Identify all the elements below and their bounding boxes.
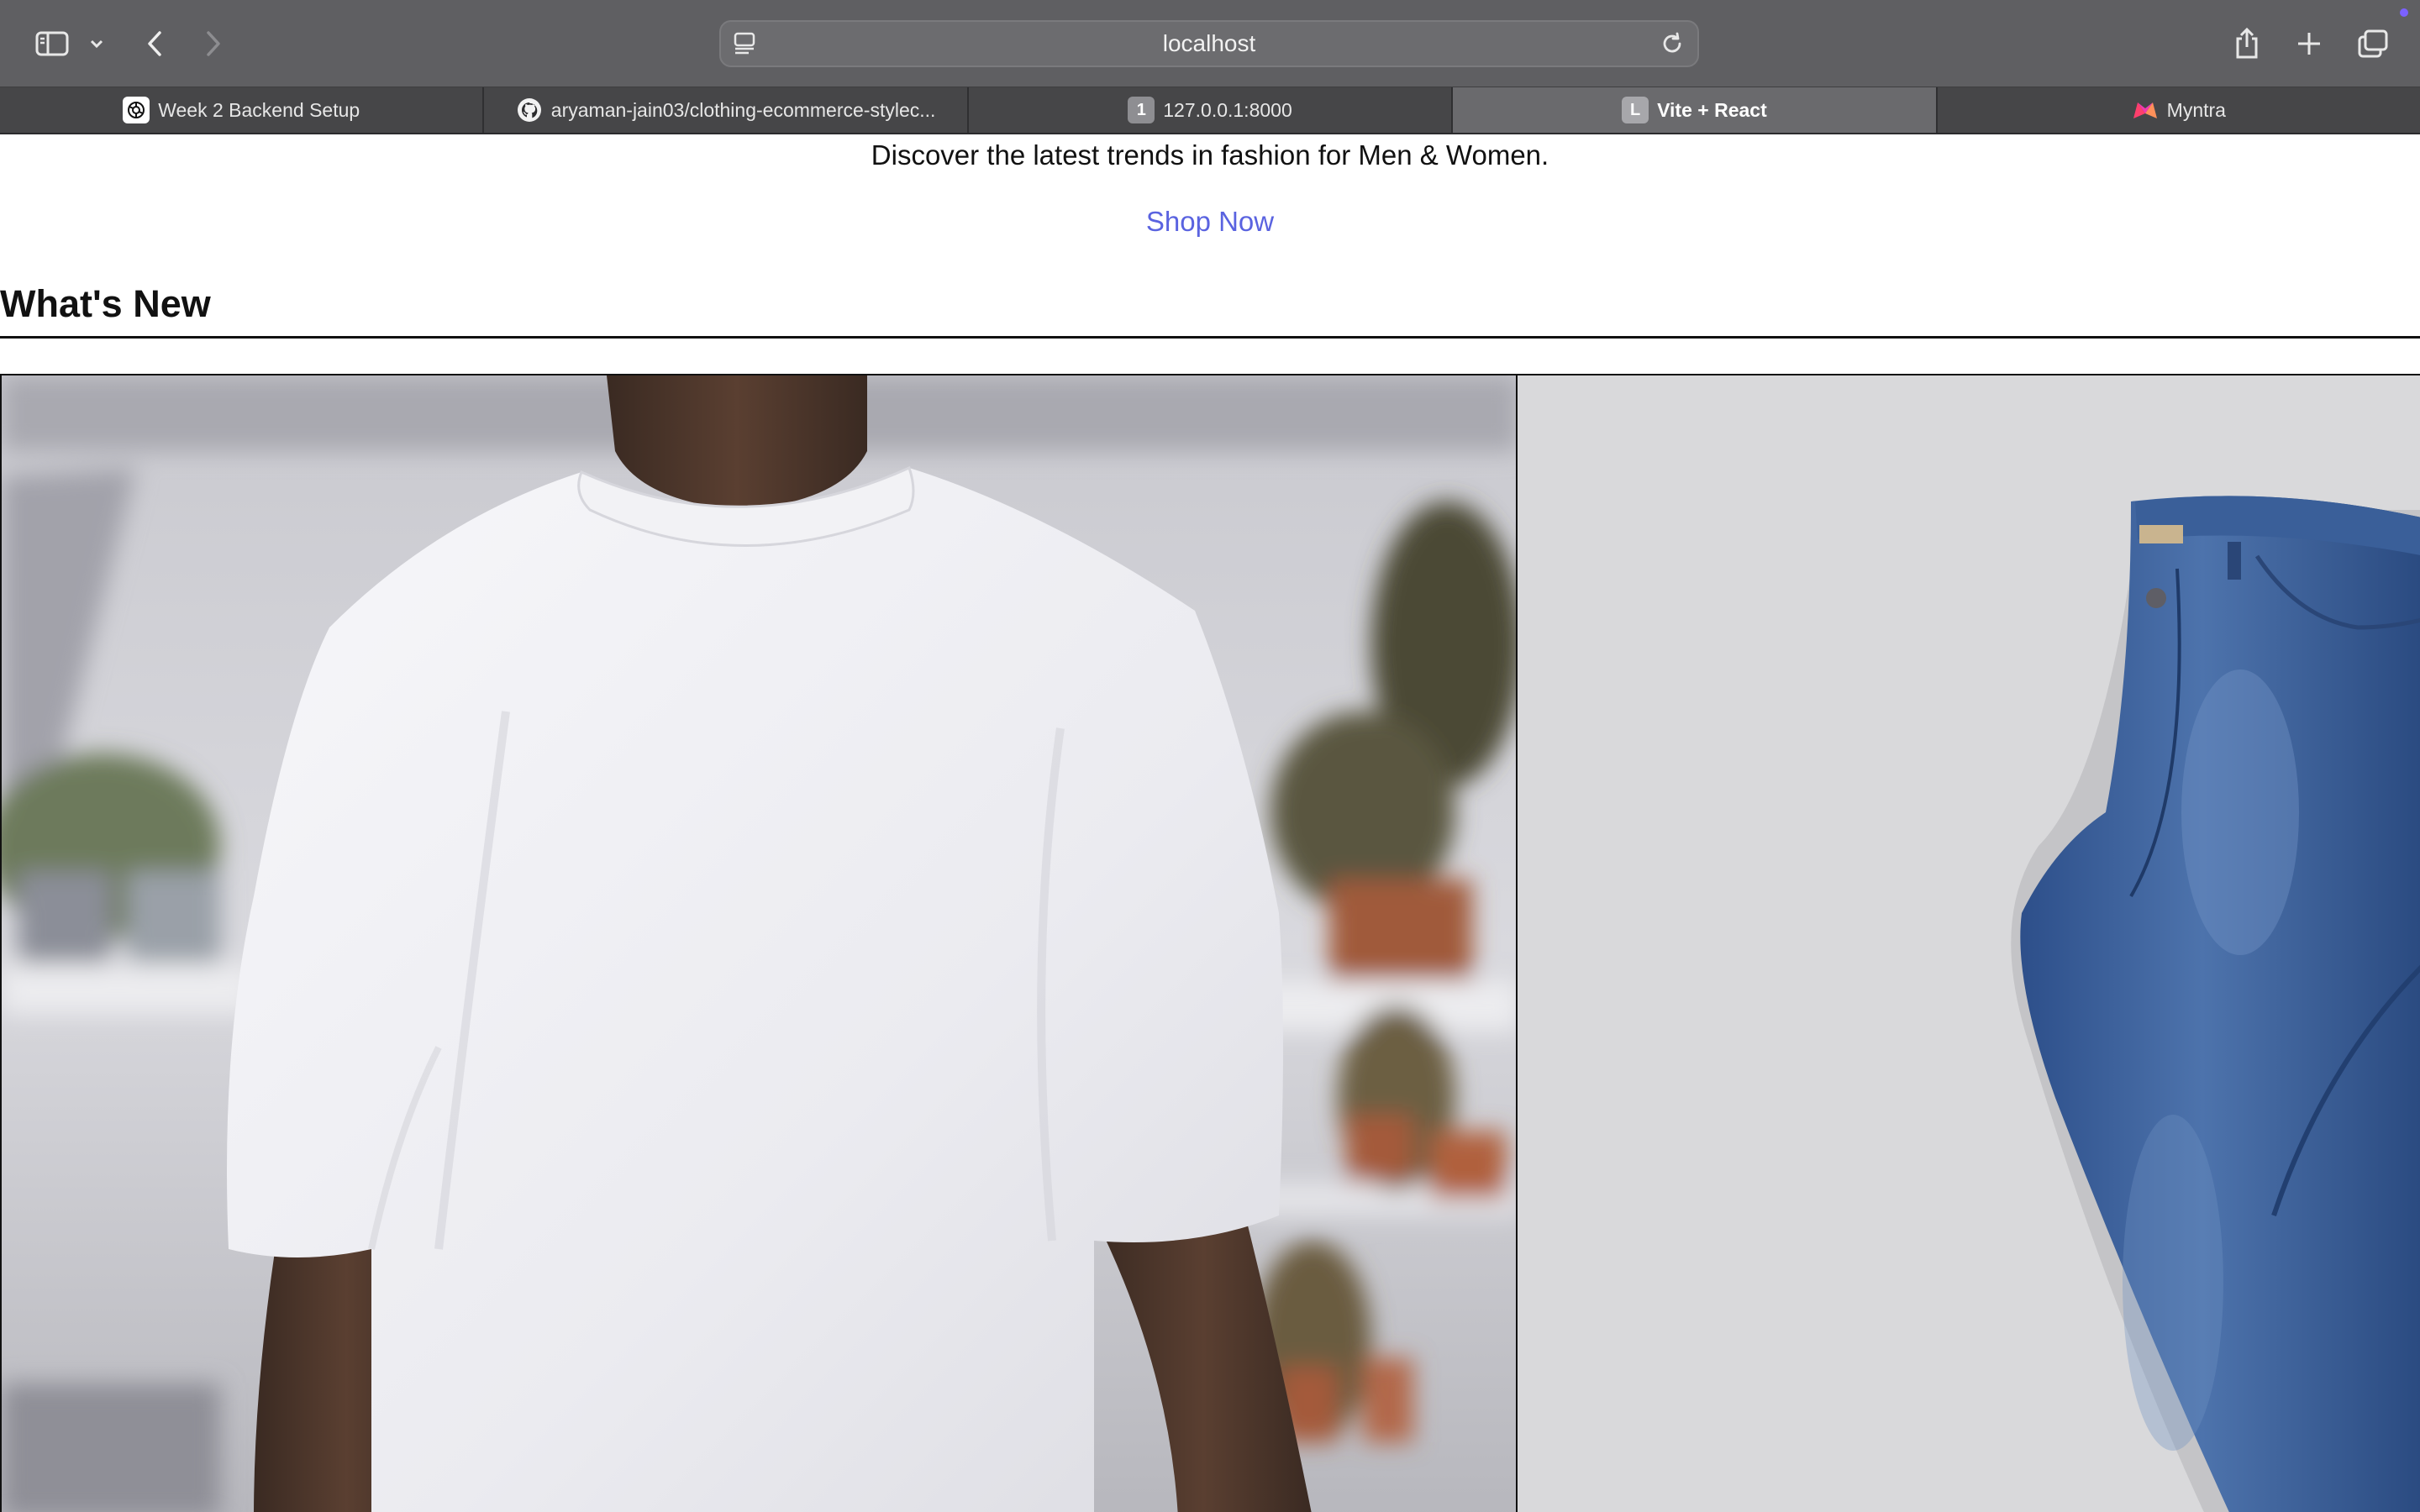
tab-favicon-letter: 1 [1128,97,1155,123]
privacy-indicator [2400,8,2408,17]
tab-favicon-letter: L [1622,97,1649,123]
tab-localhost-8000[interactable]: 1 127.0.0.1:8000 [969,87,1454,133]
browser-toolbar: localhost [0,0,2420,87]
plus-icon[interactable] [2292,20,2326,67]
section-title: What's New [0,282,211,325]
product-card-tshirt[interactable] [0,374,1518,1512]
page-content: Discover the latest trends in fashion fo… [0,134,2420,1512]
openai-icon [123,97,150,123]
share-icon[interactable] [2230,20,2264,67]
shop-now-link[interactable]: Shop Now [0,206,2420,238]
tab-label: Vite + React [1657,98,1767,121]
tab-week2-backend[interactable]: Week 2 Backend Setup [0,87,485,133]
tab-github-repo[interactable]: aryaman-jain03/clothing-ecommerce-stylec… [484,87,969,133]
github-icon [516,97,543,123]
tab-vite-react[interactable]: L Vite + React [1453,87,1938,133]
tab-myntra[interactable]: Myntra [1938,87,2420,133]
myntra-icon [2132,97,2159,123]
back-icon[interactable] [139,20,170,67]
tab-label: aryaman-jain03/clothing-ecommerce-stylec… [550,98,936,121]
tab-label: 127.0.0.1:8000 [1163,98,1292,121]
product-card-jeans[interactable] [1516,374,2420,1512]
hero-subtitle: Discover the latest trends in fashion fo… [871,139,1549,171]
tab-label: Week 2 Backend Setup [158,98,360,121]
reload-icon[interactable] [1659,30,1686,61]
section-divider [0,336,2420,339]
address-bar[interactable]: localhost [719,20,1699,67]
chevron-down-icon[interactable] [86,20,108,67]
blue-jeans-photo [1518,375,2420,1512]
sidebar-icon[interactable] [32,20,72,67]
white-tshirt-photo [2,375,1516,1512]
tabs-overview-icon[interactable] [2354,20,2391,67]
url-text: localhost [1162,30,1256,56]
forward-icon[interactable] [198,20,229,67]
tab-label: Myntra [2166,98,2226,121]
tab-bar: Week 2 Backend Setup aryaman-jain03/clot… [0,87,2420,134]
